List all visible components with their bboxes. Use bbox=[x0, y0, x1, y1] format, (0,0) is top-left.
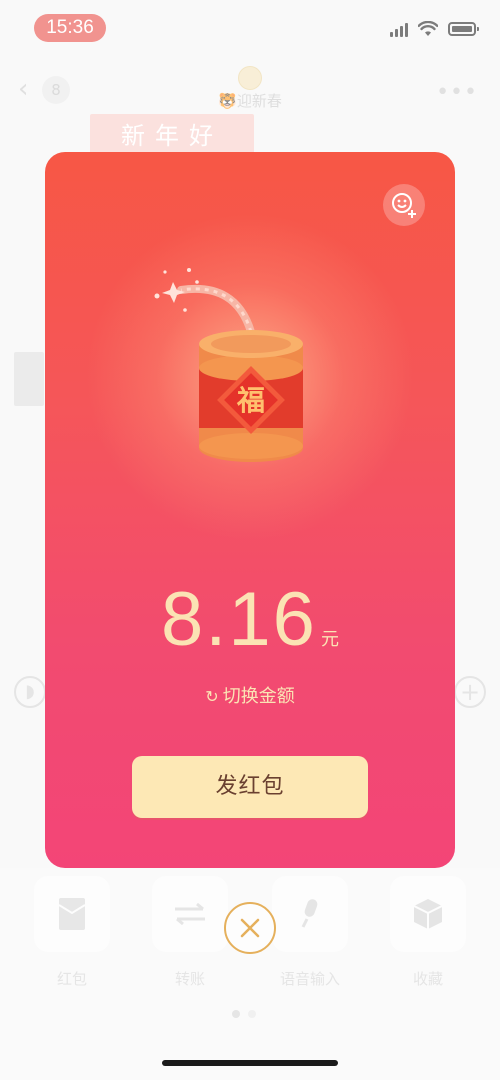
amount-row: 8.16 元 bbox=[45, 576, 455, 663]
red-packet-card: 福 8.16 元 ↻ 切换金额 发红包 bbox=[45, 152, 455, 868]
fortune-character: 福 bbox=[236, 384, 265, 417]
close-button[interactable] bbox=[224, 902, 276, 954]
home-indicator[interactable] bbox=[162, 1060, 338, 1066]
amount-unit: 元 bbox=[320, 629, 339, 650]
emoji-add-icon bbox=[392, 193, 416, 218]
emoji-add-button[interactable] bbox=[383, 184, 425, 226]
screen: 15:36 ‹ 8 🐯迎新春 ••• 新年好 ◗ + 红包 转账 语音输入 收藏… bbox=[0, 0, 500, 1080]
firecracker-illustration: 福 bbox=[154, 268, 303, 462]
send-red-packet-button[interactable]: 发红包 bbox=[132, 756, 368, 818]
switch-amount-label: 切换金额 bbox=[222, 686, 295, 707]
close-icon bbox=[240, 918, 260, 938]
refresh-icon: ↻ bbox=[205, 687, 219, 706]
amount-value: 8.16 bbox=[161, 577, 317, 662]
switch-amount-link[interactable]: ↻ 切换金额 bbox=[45, 682, 455, 708]
